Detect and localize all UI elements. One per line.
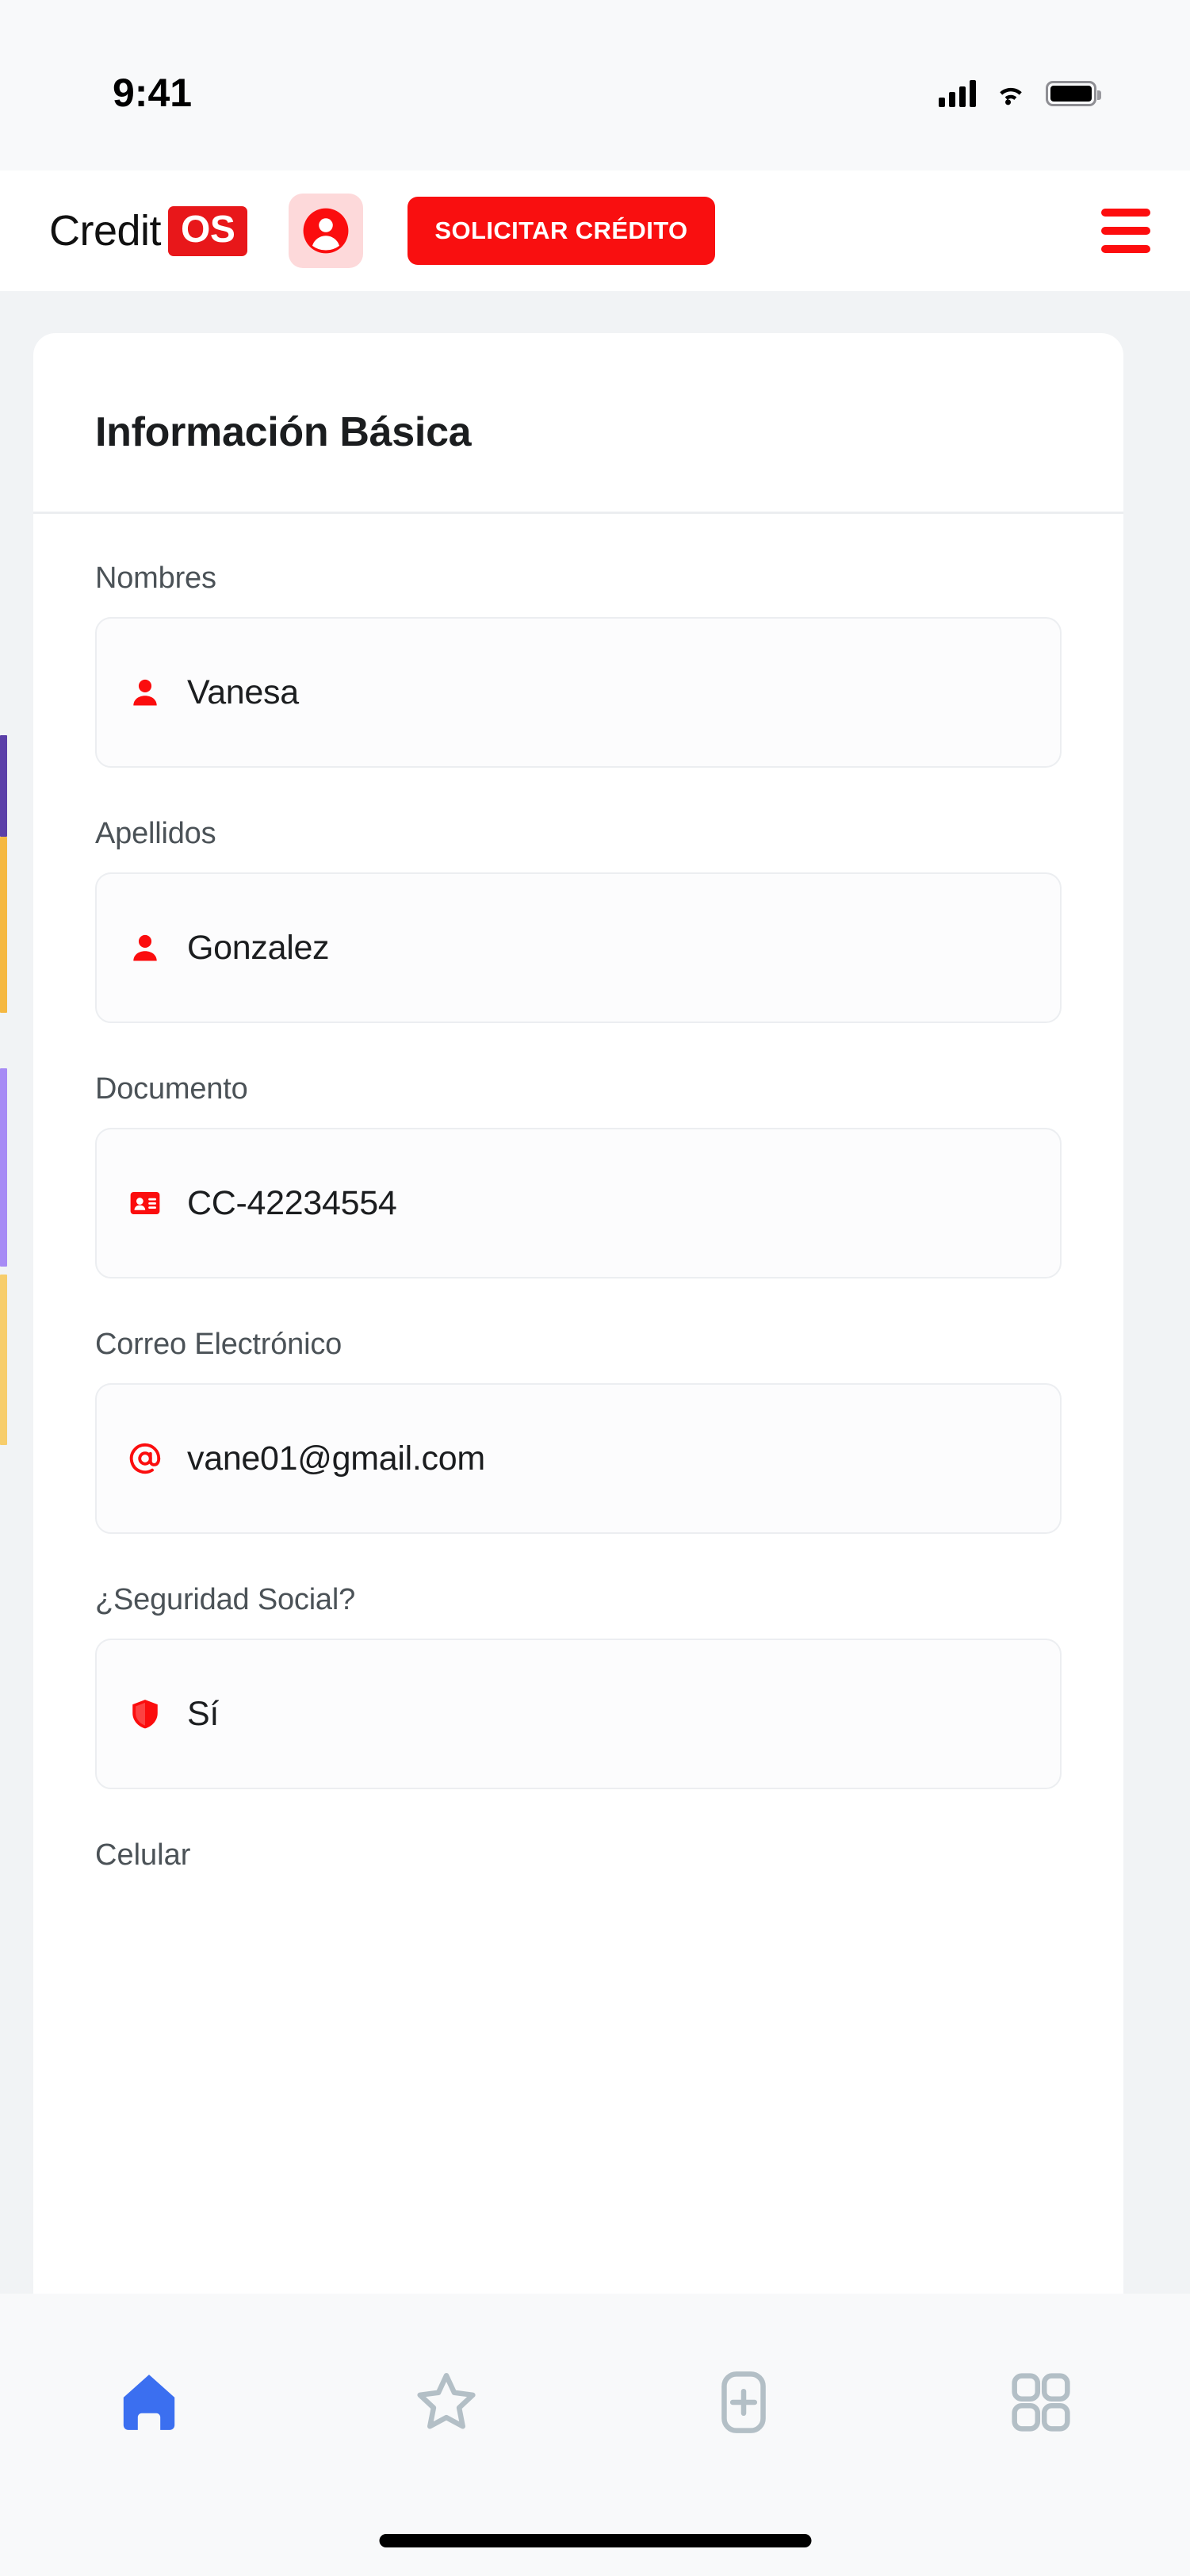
star-icon [417, 2373, 476, 2429]
at-sign-icon [127, 1440, 163, 1477]
field-value: vane01@gmail.com [187, 1439, 485, 1478]
id-card-icon [127, 1185, 163, 1221]
field-value: Gonzalez [187, 928, 330, 967]
tab-sliver [0, 735, 7, 837]
page-body: Información Básica Nombres Vanesa Apelli… [0, 291, 1190, 2294]
person-icon [127, 674, 163, 711]
field-label: ¿Seguridad Social? [95, 1583, 356, 1616]
correo-electronico-input[interactable]: vane01@gmail.com [95, 1383, 1062, 1534]
apellidos-input[interactable]: Gonzalez [95, 872, 1062, 1023]
mobile-screen: 9:41 Credit OS SOLICITAR CRÉDITO Informa… [0, 0, 1190, 2576]
nombres-input[interactable]: Vanesa [95, 617, 1062, 768]
user-circle-icon [303, 208, 349, 254]
tabs-grid-icon [1012, 2373, 1070, 2432]
app-header: Credit OS SOLICITAR CRÉDITO [0, 171, 1190, 291]
logo-wordmark: Credit [49, 207, 162, 255]
card-title: Información Básica [95, 409, 472, 455]
field-label-celular-clipped: Celular [95, 1838, 191, 1872]
status-bar: 9:41 [0, 0, 1190, 171]
field-value: Sí [187, 1694, 220, 1733]
field-value: Vanesa [187, 673, 299, 711]
field-correo-electronico: Correo Electrónico vane01@gmail.com [95, 1328, 1062, 1534]
tab-sliver [0, 837, 7, 1013]
request-credit-button[interactable]: SOLICITAR CRÉDITO [408, 197, 715, 265]
browser-toolbar [0, 2294, 1190, 2576]
nav-home[interactable] [0, 2351, 297, 2454]
field-value: CC-42234554 [187, 1183, 397, 1222]
home-icon [123, 2375, 174, 2430]
app-logo[interactable]: Credit OS [49, 205, 248, 256]
seguridad-social-input[interactable]: Sí [95, 1639, 1062, 1789]
nav-tabs-overview[interactable] [893, 2351, 1190, 2454]
wifi-icon [1000, 87, 1022, 105]
person-icon [127, 930, 163, 966]
field-label: Nombres [95, 562, 216, 595]
field-label: Documento [95, 1072, 248, 1106]
field-label: Correo Electrónico [95, 1328, 342, 1361]
account-button[interactable] [289, 194, 364, 268]
nav-bookmarks[interactable] [297, 2351, 595, 2454]
status-time: 9:41 [113, 70, 193, 115]
field-list: Nombres Vanesa Apellidos Gonzalez Docume… [33, 514, 1123, 1873]
home-indicator[interactable] [379, 2534, 811, 2547]
field-seguridad-social: ¿Seguridad Social? Sí [95, 1583, 1062, 1789]
tab-sliver [0, 1068, 7, 1267]
field-nombres: Nombres Vanesa [95, 562, 1062, 768]
logo-badge: OS [168, 205, 248, 256]
battery-full-icon [1046, 80, 1101, 106]
adjacent-tab-slivers [0, 291, 8, 2294]
field-label: Apellidos [95, 817, 216, 850]
basic-info-card: Información Básica Nombres Vanesa Apelli… [33, 333, 1123, 2294]
hamburger-menu-icon[interactable] [1101, 209, 1150, 253]
signal-bars-icon [939, 79, 976, 107]
shield-icon [127, 1696, 163, 1732]
tab-sliver [0, 1275, 7, 1445]
nav-new-tab[interactable] [595, 2351, 893, 2454]
documento-input[interactable]: CC-42234554 [95, 1128, 1062, 1278]
field-apellidos: Apellidos Gonzalez [95, 817, 1062, 1023]
new-tab-icon [721, 2371, 766, 2433]
status-icons [939, 79, 1101, 107]
field-documento: Documento CC-42234554 [95, 1072, 1062, 1278]
